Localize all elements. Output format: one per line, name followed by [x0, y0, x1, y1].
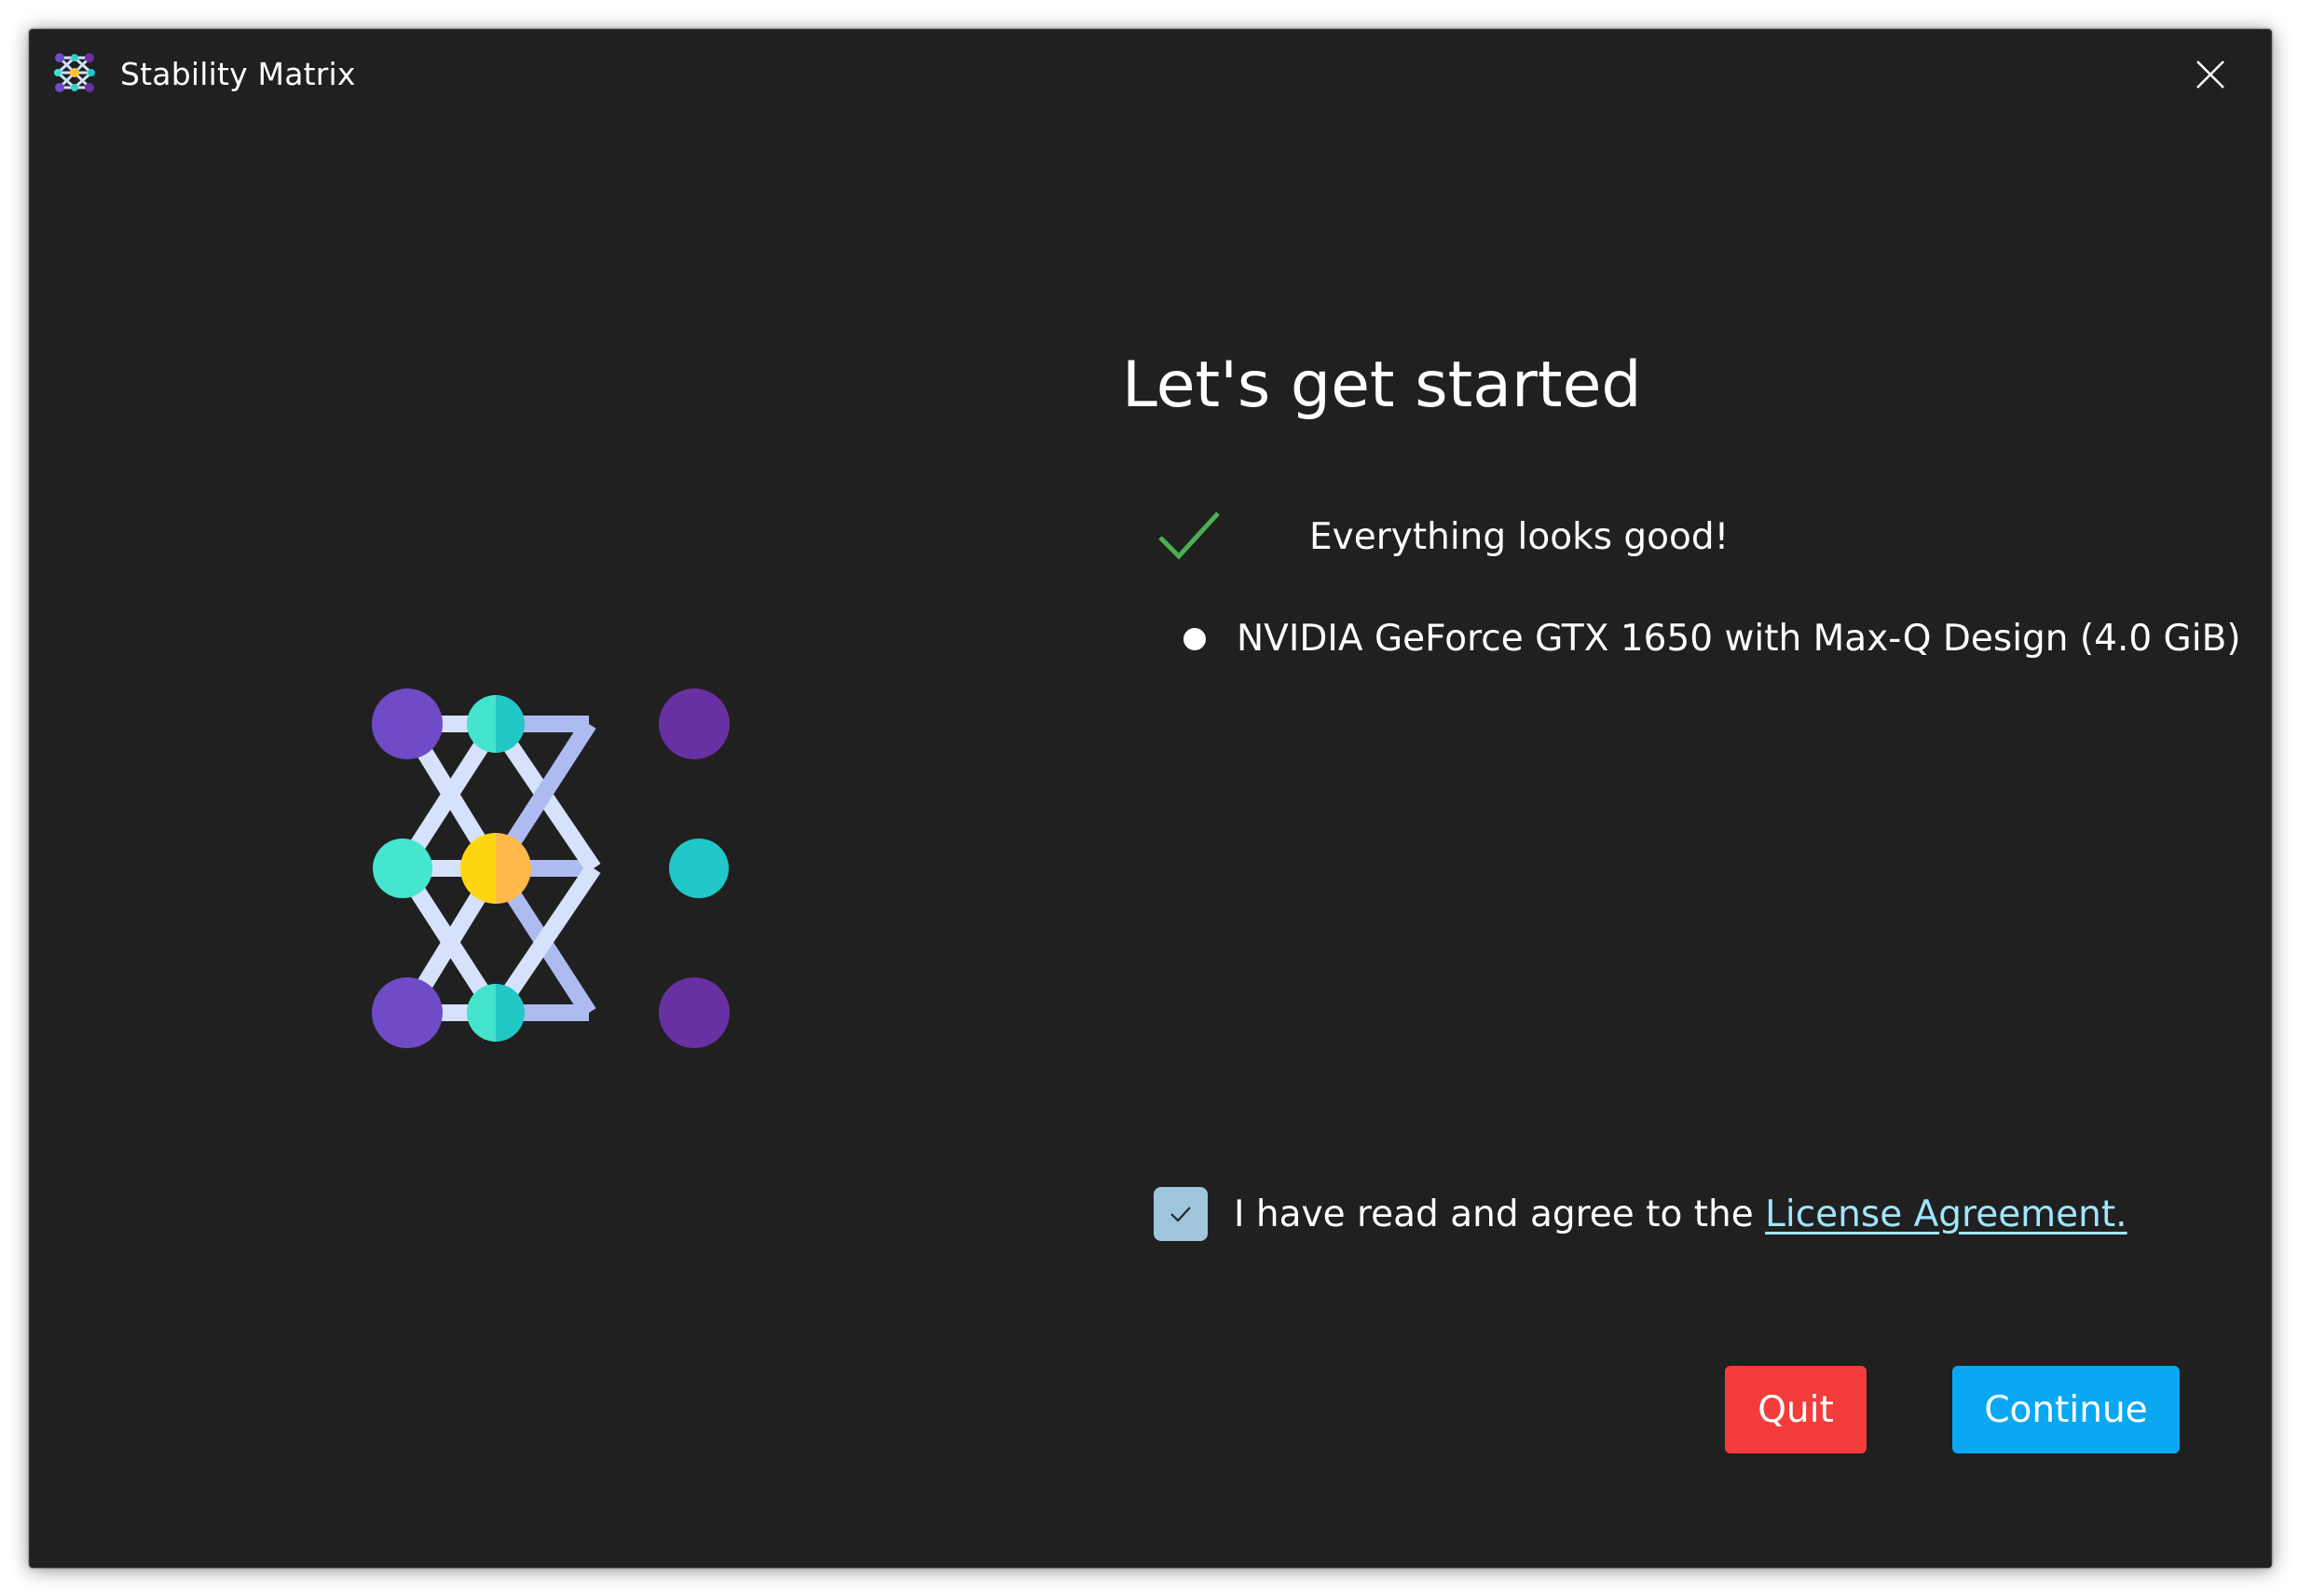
- app-logo-icon: [54, 53, 95, 92]
- agreement-text: I have read and agree to the: [1234, 1194, 1766, 1235]
- bullet-icon: [1183, 628, 1206, 650]
- stability-matrix-logo: [372, 689, 730, 1048]
- gpu-name: NVIDIA GeForce GTX 1650 with Max-Q Desig…: [1237, 618, 2241, 660]
- checkmark-icon: [1158, 512, 1220, 560]
- checkbox-check-icon: [1170, 1207, 1191, 1222]
- license-agreement-link[interactable]: License Agreement.: [1765, 1194, 2127, 1235]
- page-heading: Let's get started: [1122, 348, 1642, 422]
- status-row: Everything looks good!: [1153, 496, 1729, 580]
- status-text: Everything looks good!: [1309, 516, 1730, 558]
- setup-window: Stability Matrix Let's get started Every…: [29, 29, 2272, 1568]
- close-button[interactable]: [2150, 30, 2271, 119]
- continue-button[interactable]: Continue: [1952, 1366, 2180, 1453]
- title-bar[interactable]: Stability Matrix: [30, 30, 2271, 123]
- close-icon: [2196, 61, 2224, 89]
- quit-button[interactable]: Quit: [1725, 1366, 1867, 1453]
- license-agreement-label: I have read and agree to the License Agr…: [1234, 1193, 2127, 1237]
- window-title: Stability Matrix: [120, 56, 356, 92]
- license-agreement-checkbox[interactable]: [1154, 1187, 1208, 1241]
